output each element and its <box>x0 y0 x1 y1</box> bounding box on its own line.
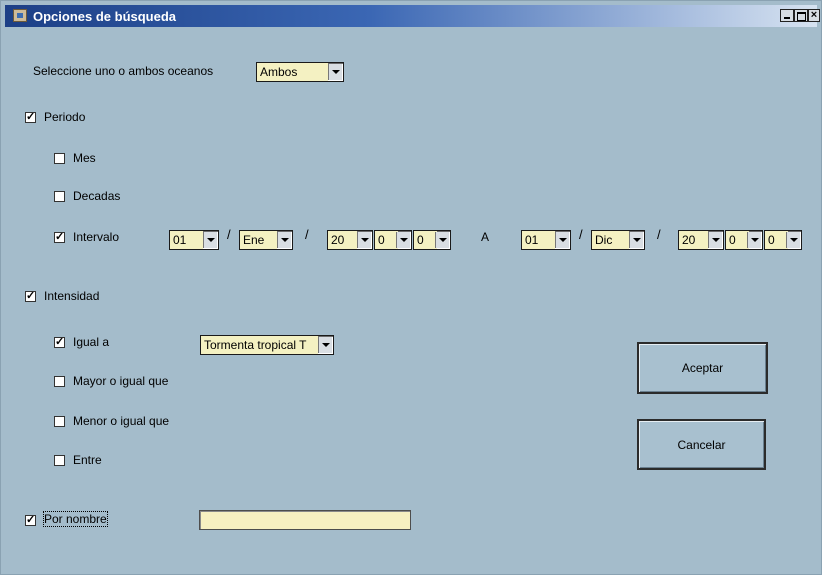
window-title: Opciones de búsqueda <box>33 9 177 24</box>
intensity-select-value: Tormenta tropical T <box>201 336 318 354</box>
oceans-select[interactable]: Ambos <box>256 62 344 82</box>
date-separator: / <box>227 227 231 242</box>
mes-checkbox[interactable] <box>54 153 65 164</box>
chevron-down-icon[interactable] <box>318 337 332 353</box>
from-month-value: Ene <box>240 231 277 249</box>
chevron-down-icon[interactable] <box>555 232 569 248</box>
chevron-down-icon[interactable] <box>328 64 342 80</box>
decadas-label: Decadas <box>73 189 121 203</box>
intensidad-checkbox[interactable] <box>25 289 36 302</box>
entre-checkbox[interactable] <box>54 455 65 466</box>
minimize-icon[interactable] <box>780 9 794 22</box>
title-bar[interactable]: Opciones de búsqueda × <box>5 5 820 27</box>
nombre-label: Por nombre <box>43 511 108 527</box>
nombre-checkbox[interactable] <box>25 513 36 526</box>
intensidad-label: Intensidad <box>44 289 100 303</box>
igual-label: Igual a <box>73 335 110 349</box>
date-separator: / <box>579 227 583 242</box>
to-year-a-value: 20 <box>679 231 708 249</box>
to-year-b-select[interactable]: 0 <box>725 230 763 250</box>
to-year-c-select[interactable]: 0 <box>764 230 802 250</box>
from-year-a-value: 20 <box>328 231 357 249</box>
oceans-label: Seleccione uno o ambos oceanos <box>33 64 214 78</box>
intervalo-label: Intervalo <box>73 230 120 244</box>
to-year-a-select[interactable]: 20 <box>678 230 724 250</box>
to-year-b-value: 0 <box>726 231 749 249</box>
chevron-down-icon[interactable] <box>747 232 761 248</box>
intervalo-checkbox[interactable] <box>54 230 65 243</box>
from-year-b-select[interactable]: 0 <box>374 230 412 250</box>
periodo-checkbox[interactable] <box>25 110 36 123</box>
chevron-down-icon[interactable] <box>277 232 291 248</box>
from-year-c-select[interactable]: 0 <box>413 230 451 250</box>
from-year-b-value: 0 <box>375 231 398 249</box>
chevron-down-icon[interactable] <box>396 232 410 248</box>
name-input[interactable] <box>199 510 411 530</box>
from-year-c-value: 0 <box>414 231 437 249</box>
cancel-button[interactable]: Cancelar <box>637 419 766 470</box>
to-month-value: Dic <box>592 231 629 249</box>
interval-to-label: A <box>481 230 490 244</box>
to-month-select[interactable]: Dic <box>591 230 645 250</box>
app-icon <box>13 9 27 22</box>
mes-label: Mes <box>73 151 96 165</box>
chevron-down-icon[interactable] <box>708 232 722 248</box>
from-day-value: 01 <box>170 231 203 249</box>
to-day-select[interactable]: 01 <box>521 230 571 250</box>
from-year-a-select[interactable]: 20 <box>327 230 373 250</box>
decadas-checkbox[interactable] <box>54 191 65 202</box>
mayor-checkbox[interactable] <box>54 376 65 387</box>
chevron-down-icon[interactable] <box>357 232 371 248</box>
to-day-value: 01 <box>522 231 555 249</box>
accept-button[interactable]: Aceptar <box>637 342 768 394</box>
chevron-down-icon[interactable] <box>786 232 800 248</box>
search-options-window: Opciones de búsqueda × Seleccione uno o … <box>0 0 822 575</box>
intensity-select[interactable]: Tormenta tropical T <box>200 335 334 355</box>
to-year-c-value: 0 <box>765 231 788 249</box>
from-day-select[interactable]: 01 <box>169 230 219 250</box>
close-icon[interactable]: × <box>808 9 820 22</box>
periodo-label: Periodo <box>44 110 86 124</box>
accept-button-label: Aceptar <box>681 361 724 375</box>
menor-label: Menor o igual que <box>73 414 170 428</box>
date-separator: / <box>657 227 661 242</box>
from-month-select[interactable]: Ene <box>239 230 293 250</box>
date-separator: / <box>305 227 309 242</box>
igual-checkbox[interactable] <box>54 335 65 348</box>
menor-checkbox[interactable] <box>54 416 65 427</box>
entre-label: Entre <box>73 453 102 467</box>
cancel-button-label: Cancelar <box>677 437 726 452</box>
maximize-icon[interactable] <box>794 9 808 22</box>
chevron-down-icon[interactable] <box>629 232 643 248</box>
mayor-label: Mayor o igual que <box>73 374 169 388</box>
chevron-down-icon[interactable] <box>435 232 449 248</box>
chevron-down-icon[interactable] <box>203 232 217 248</box>
oceans-select-value: Ambos <box>257 63 328 81</box>
